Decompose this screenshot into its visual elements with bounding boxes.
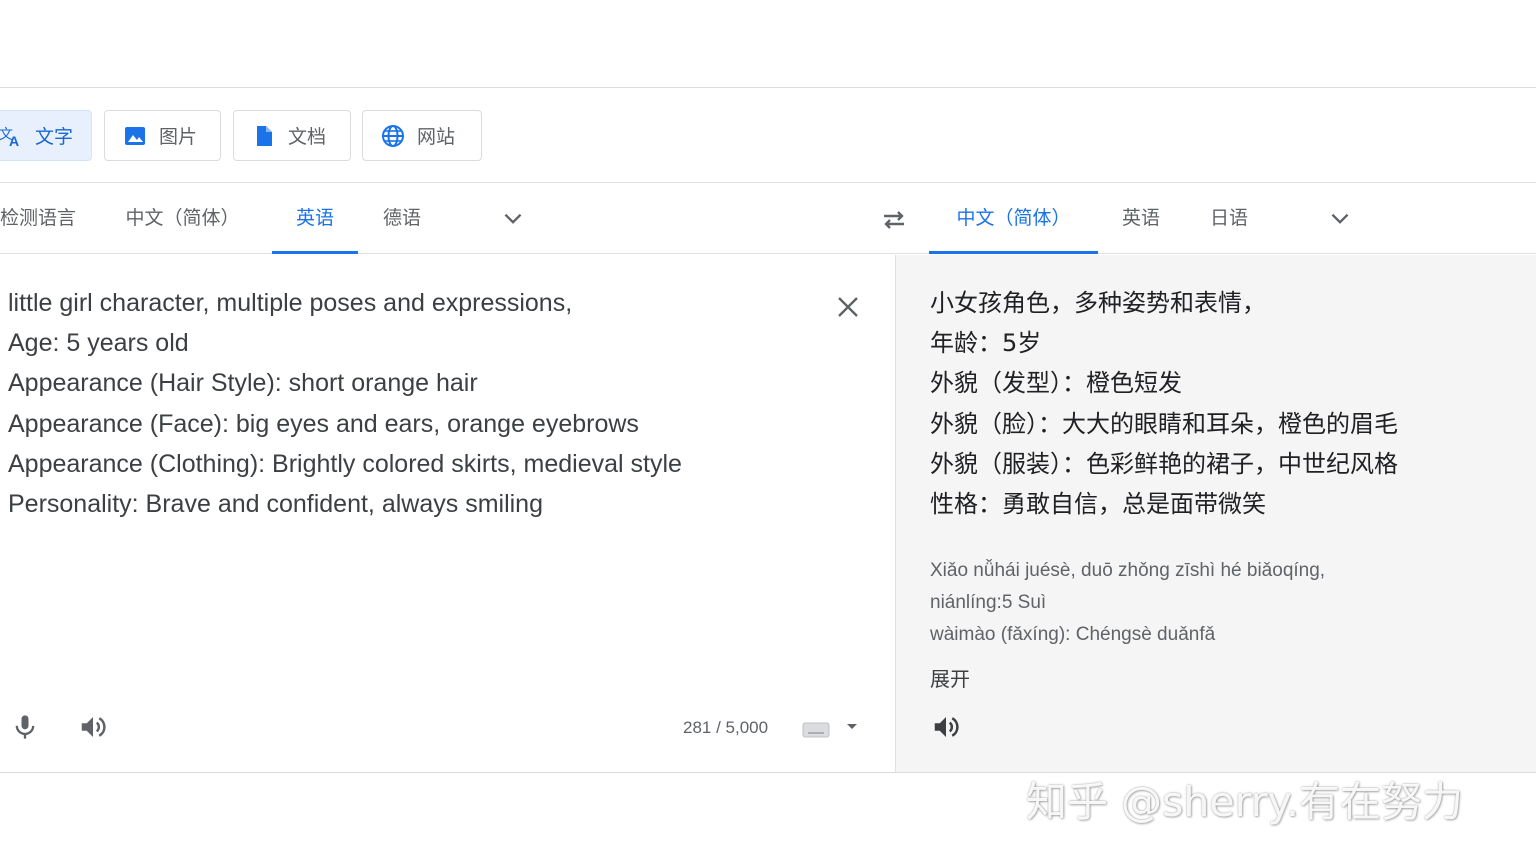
tab-target-japanese[interactable]: 日语 [1196, 184, 1262, 254]
globe-icon [381, 124, 405, 148]
tab-source-english[interactable]: 英语 [272, 184, 358, 254]
speaker-icon[interactable] [76, 710, 110, 744]
translation-line: 外貌（服装）：色彩鲜艳的裙子，中世纪风格 [930, 449, 1398, 478]
translation-line: 外貌（脸）：大大的眼睛和耳朵，橙色的眉毛 [930, 409, 1398, 438]
transliteration-line: wàimào (fǎxíng): Chéngsè duǎnfǎ [930, 624, 1216, 645]
speaker-icon[interactable] [929, 710, 963, 744]
mode-website-label: 网站 [417, 126, 456, 148]
mode-text-button[interactable]: 文A 文字 [0, 110, 92, 161]
mic-icon[interactable] [8, 710, 42, 744]
mode-bar: 文A 文字 图片 文档 网站 [0, 88, 1536, 183]
keyboard-icon[interactable] [802, 721, 830, 739]
translation-line: 年龄：5岁 [930, 329, 1042, 358]
mode-image-label: 图片 [159, 126, 198, 148]
tab-source-chinese[interactable]: 中文（简体） [120, 184, 245, 254]
source-line: Age: 5 years old [8, 329, 189, 358]
tab-source-german[interactable]: 德语 [370, 184, 434, 254]
chevron-down-icon[interactable] [500, 206, 526, 232]
caret-down-icon[interactable] [845, 722, 859, 732]
expand-button[interactable]: 展开 [930, 663, 970, 692]
translation-output: 小女孩角色，多种姿势和表情， 年龄：5岁 外貌（发型）：橙色短发 外貌（脸）：大… [930, 283, 1510, 524]
source-line: Appearance (Hair Style): short orange ha… [8, 369, 478, 398]
transliteration-line: Xiǎo nǚhái juésè, duō zhǒng zīshì hé biǎ… [930, 560, 1326, 581]
mode-document-button[interactable]: 文档 [233, 110, 351, 161]
chevron-down-icon[interactable] [1327, 206, 1353, 232]
mode-document-label: 文档 [288, 126, 327, 148]
transliteration-line: niánlíng:5 Suì [930, 592, 1047, 613]
image-icon [123, 124, 147, 148]
source-line: Personality: Brave and confident, always… [8, 490, 543, 519]
tab-target-chinese[interactable]: 中文（简体） [929, 184, 1098, 254]
mode-website-button[interactable]: 网站 [362, 110, 482, 161]
source-line: Appearance (Face): big eyes and ears, or… [8, 409, 639, 438]
transliteration: Xiǎo nǚhái juésè, duō zhǒng zīshì hé biǎ… [930, 555, 1325, 651]
close-icon[interactable] [832, 291, 864, 323]
source-line: little girl character, multiple poses an… [8, 289, 573, 317]
char-counter: 281 / 5,000 [683, 718, 769, 737]
svg-text:A: A [9, 133, 19, 148]
top-blank-area [0, 0, 1536, 88]
source-panel: little girl character, multiple poses an… [0, 255, 895, 773]
mode-image-button[interactable]: 图片 [104, 110, 221, 161]
target-panel: 小女孩角色，多种姿势和表情， 年龄：5岁 外貌（发型）：橙色短发 外貌（脸）：大… [895, 255, 1536, 773]
source-textarea[interactable]: little girl character, multiple poses an… [8, 283, 808, 524]
translate-icon: 文A [0, 124, 23, 148]
translation-line: 性格：勇敢自信，总是面带微笑 [930, 490, 1266, 519]
source-line: Appearance (Clothing): Brightly colored … [8, 449, 682, 478]
watermark: 知乎 @sherry.有在努力 [1026, 778, 1464, 826]
tab-detect-language[interactable]: 检测语言 [0, 184, 80, 254]
tab-target-english[interactable]: 英语 [1108, 184, 1174, 254]
mode-text-label: 文字 [35, 126, 74, 148]
swap-icon[interactable] [878, 204, 910, 236]
translation-line: 小女孩角色，多种姿势和表情， [930, 289, 1266, 317]
language-bar: 检测语言 中文（简体） 英语 德语 中文（简体） 英语 日语 [0, 184, 1536, 254]
document-icon [252, 124, 276, 148]
translation-line: 外貌（发型）：橙色短发 [930, 369, 1182, 398]
